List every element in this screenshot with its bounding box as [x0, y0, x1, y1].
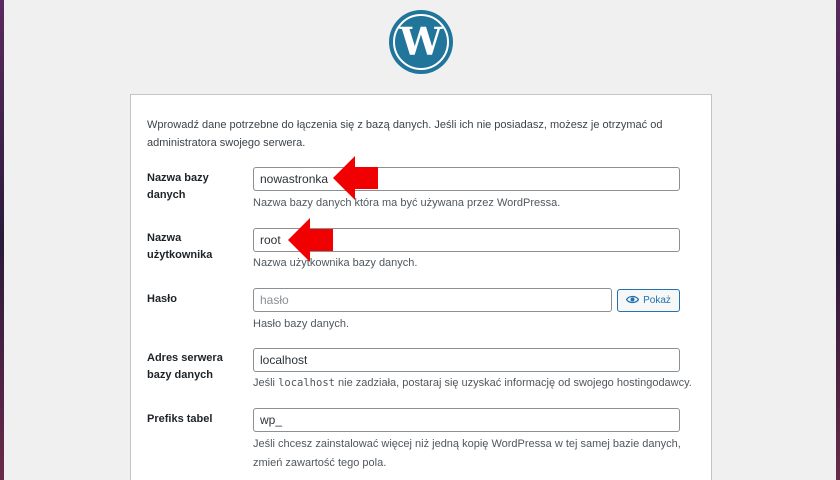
right-window-edge — [836, 0, 840, 480]
host-label: Adres serwera bazy danych — [147, 352, 223, 381]
eye-icon — [625, 295, 640, 307]
username-label: Nazwa użytkownika — [147, 232, 213, 261]
prefix-input[interactable]: wp_ — [253, 408, 680, 432]
prefix-label: Prefiks tabel — [147, 413, 213, 425]
red-arrow-icon — [288, 218, 333, 262]
left-window-edge — [0, 0, 4, 480]
wordpress-logo-icon: W — [388, 9, 454, 75]
dbname-input[interactable]: nowastronka — [253, 167, 680, 191]
dbname-description: Nazwa bazy danych która ma być używana p… — [253, 197, 561, 209]
red-arrow-icon — [333, 156, 378, 200]
host-input[interactable]: localhost — [253, 348, 680, 372]
dbname-label: Nazwa bazy danych — [147, 172, 209, 201]
show-password-label: Pokaż — [643, 295, 671, 306]
password-input[interactable]: hasło — [253, 288, 612, 312]
show-password-button[interactable]: Pokaż — [617, 289, 680, 312]
intro-text: Wprowadź dane potrzebne do łączenia się … — [147, 119, 663, 149]
database-setup-form: Wprowadź dane potrzebne do łączenia się … — [130, 94, 712, 480]
svg-text:W: W — [399, 19, 444, 64]
host-description: Jeśli localhost nie zadziała, postaraj s… — [253, 377, 692, 389]
prefix-description: Jeśli chcesz zainstalować więcej niż jed… — [253, 438, 681, 469]
password-label: Hasło — [147, 293, 177, 305]
password-description: Hasło bazy danych. — [253, 318, 349, 330]
